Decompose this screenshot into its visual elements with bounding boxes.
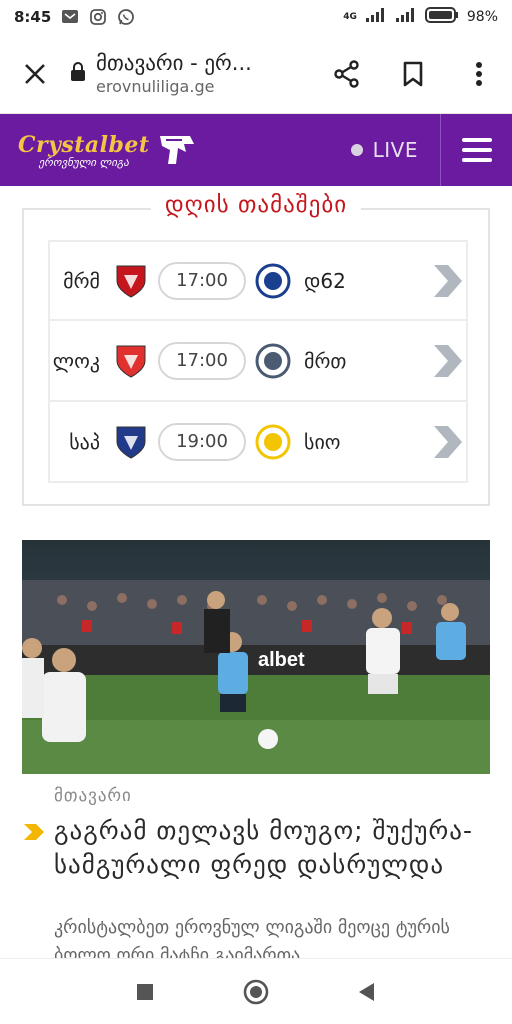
match-row[interactable]: ლოკ 17:00 მრთ — [48, 321, 468, 402]
match-time: 17:00 — [158, 341, 246, 380]
away-team-crest-icon — [254, 342, 292, 380]
site-logo[interactable]: Crystalbet ეროვნული ლიგა — [18, 132, 196, 169]
live-button[interactable]: LIVE — [350, 114, 440, 186]
match-row[interactable]: მრმ 17:00 დ62 — [48, 240, 468, 321]
news-category[interactable]: მთავარი — [54, 786, 132, 806]
status-time: 8:45 — [14, 8, 52, 26]
status-bar: 8:45 4G 98% — [0, 0, 512, 34]
network-label: 4G — [343, 12, 357, 22]
logo-sub-text: ეროვნული ლიგა — [38, 155, 129, 169]
home-team-name: საპ — [69, 429, 100, 454]
back-button[interactable] — [347, 972, 387, 1012]
more-options-button[interactable] — [446, 34, 512, 114]
chevron-right-icon — [434, 264, 462, 297]
live-dot-icon — [350, 144, 363, 156]
news-arrow-icon — [24, 824, 44, 840]
page-domain: erovnuliliga.ge — [96, 77, 215, 96]
message-icon — [61, 8, 79, 26]
match-time: 17:00 — [158, 261, 246, 300]
hamburger-menu-button[interactable] — [440, 114, 512, 186]
signal-icon-2 — [395, 7, 417, 27]
close-tab-button[interactable] — [0, 34, 70, 114]
share-icon — [334, 59, 359, 88]
chevron-right-icon — [434, 344, 462, 377]
away-team-crest-icon — [254, 423, 292, 461]
whatsapp-icon — [117, 8, 135, 26]
games-of-day-box: დღის თამაშები მრმ 17:00 დ62 ლოკ 17:00 მრ… — [22, 192, 490, 506]
battery-level: 98% — [466, 9, 498, 25]
match-time: 19:00 — [158, 422, 246, 461]
match-list: მრმ 17:00 დ62 ლოკ 17:00 მრთ საპ 19:00 სი… — [48, 240, 468, 483]
home-team-crest-icon — [112, 423, 150, 461]
url-block[interactable]: მთავარი - ერ... erovnuliliga.ge — [70, 51, 314, 96]
recents-button[interactable] — [125, 972, 165, 1012]
bookmark-icon — [403, 61, 423, 86]
news-image[interactable]: albet — [22, 540, 490, 774]
more-vert-icon — [476, 61, 482, 86]
football-photo: albet — [22, 540, 490, 774]
away-team-name: სიო — [304, 429, 341, 454]
away-team-name: მრთ — [304, 348, 347, 373]
home-team-crest-icon — [112, 262, 150, 300]
menu-line — [461, 158, 492, 162]
system-nav-bar — [0, 958, 512, 1024]
away-team-crest-icon — [254, 262, 292, 300]
home-team-name: ლოკ — [52, 348, 100, 373]
news-excerpt: კრისტალბეთ ეროვნულ ლიგაში მეოცე ტურის ბო… — [54, 917, 450, 958]
triangle-back-icon — [358, 982, 374, 1001]
share-button[interactable] — [314, 34, 380, 114]
instagram-icon — [89, 8, 107, 26]
menu-line — [461, 138, 492, 142]
site-header: Crystalbet ეროვნული ლიგა LIVE — [0, 114, 512, 186]
match-row[interactable]: საპ 19:00 სიო — [48, 402, 468, 483]
battery-icon — [424, 7, 459, 27]
banner-text: albet — [258, 649, 305, 671]
browser-toolbar: მთავარი - ერ... erovnuliliga.ge — [0, 34, 512, 114]
away-team-name: დ62 — [304, 268, 346, 293]
live-label: LIVE — [372, 138, 418, 162]
news-headline[interactable]: გაგრამ თელავს მოუგო; შუქურა-სამგურალი ფრ… — [54, 814, 474, 882]
home-button[interactable] — [236, 972, 276, 1012]
menu-line — [461, 148, 492, 152]
chevron-right-icon — [434, 425, 462, 458]
bookmark-button[interactable] — [380, 34, 446, 114]
home-team-name: მრმ — [63, 268, 100, 293]
games-title: დღის თამაშები — [150, 192, 362, 218]
lock-icon — [70, 61, 86, 86]
home-team-crest-icon — [112, 342, 150, 380]
knight-logo-icon — [159, 136, 194, 164]
square-icon — [137, 983, 154, 1000]
signal-icon — [365, 7, 387, 27]
logo-main-text: Crystalbet — [18, 131, 150, 158]
close-icon — [25, 63, 45, 84]
page-title: მთავარი - ერ... — [96, 51, 252, 75]
circle-icon — [243, 979, 269, 1004]
